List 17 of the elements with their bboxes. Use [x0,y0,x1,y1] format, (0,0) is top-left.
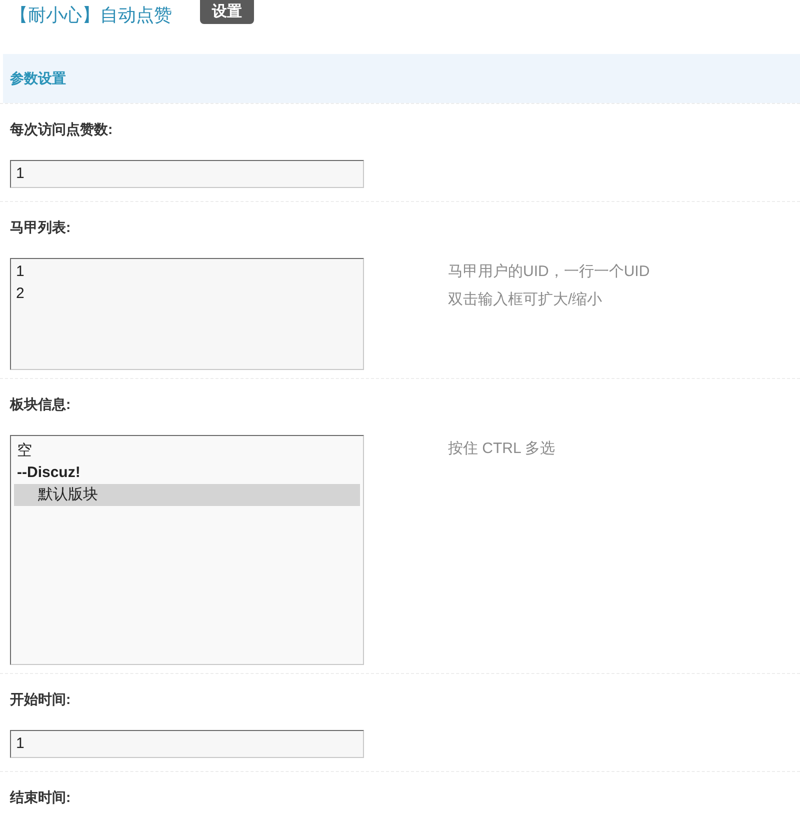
field-label: 板块信息: [10,395,71,414]
text-input[interactable]: 1 [10,730,364,758]
list-option[interactable]: 默认版块 [14,484,360,506]
field-hint: 按住 CTRL 多选 [448,439,555,459]
field-label: 每次访问点赞数: [10,120,113,139]
field-label: 结束时间: [10,788,71,807]
field-label: 开始时间: [10,690,71,709]
field-hint: 马甲用户的UID，一行一个UID 双击输入框可扩大/缩小 [448,262,650,310]
multi-select-list[interactable]: 空 --Discuz! 默认版块 [10,435,364,665]
section-title: 参数设置 [10,70,66,88]
option-group-label: --Discuz! [16,463,82,483]
field-label: 马甲列表: [10,218,71,237]
settings-tab[interactable]: 设置 [200,0,254,24]
textarea-field[interactable]: 1 2 [10,258,364,370]
text-input[interactable]: 1 [10,160,364,188]
page-title: 【耐小心】自动点赞 [10,4,172,27]
list-option[interactable]: 空 [14,440,360,462]
